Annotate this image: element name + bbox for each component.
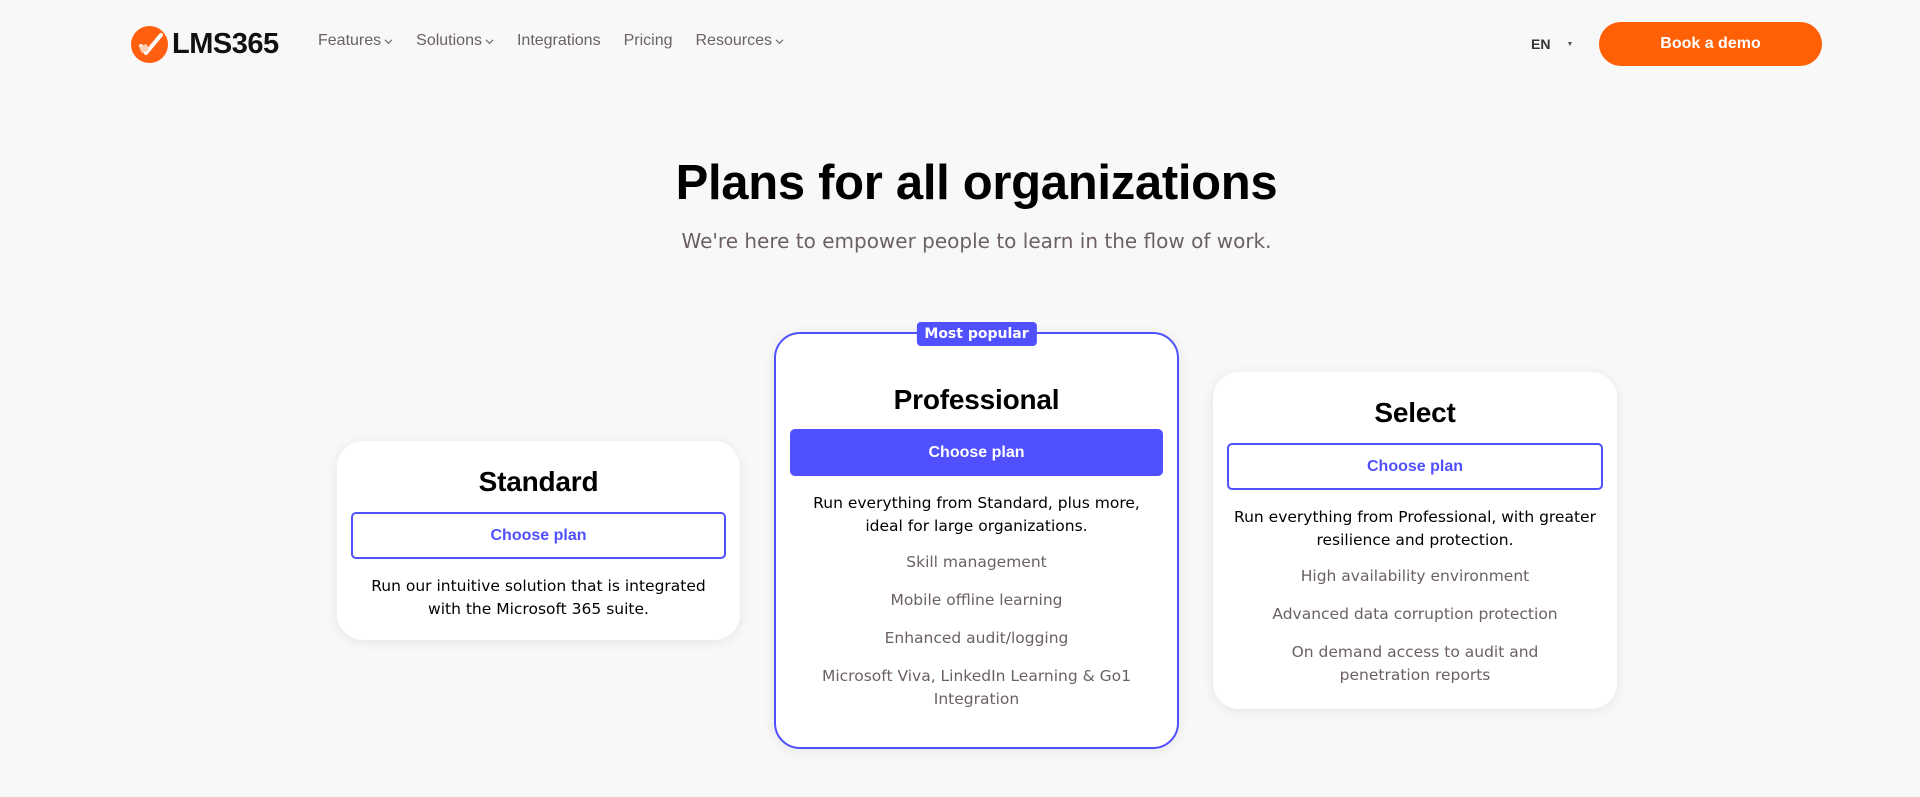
plan-card-standard: Standard Choose plan Run our intuitive s… xyxy=(337,441,740,640)
nav-item-label: Features xyxy=(318,32,382,49)
feature-item: High availability environment xyxy=(1300,567,1530,585)
feature-item: On demand access to audit and penetratio… xyxy=(1291,643,1539,684)
plan-description: Run everything from Professional, with g… xyxy=(1234,508,1596,549)
logo-text: LMS365 xyxy=(172,27,279,60)
feature-list: Skill management Mobile offline learning… xyxy=(790,551,1163,711)
feature-item: Microsoft Viva, LinkedIn Learning & Go1 … xyxy=(821,667,1132,708)
book-demo-button[interactable]: Book a demo xyxy=(1599,22,1822,66)
plan-name: Professional xyxy=(893,384,1060,415)
language-label: EN xyxy=(1531,36,1551,52)
page-subtitle: We're here to empower people to learn in… xyxy=(681,229,1272,253)
feature-item: Advanced data corruption protection xyxy=(1272,605,1558,623)
plan-card-select: Select Choose plan Run everything from P… xyxy=(1213,372,1617,709)
feature-list: High availability environment Advanced d… xyxy=(1227,565,1603,687)
nav-item-resources[interactable]: Resources xyxy=(695,32,784,50)
plan-description: Run everything from Standard, plus more,… xyxy=(813,494,1140,535)
nav-item-label: Solutions xyxy=(416,32,482,49)
main-nav: Features Solutions Integrations Pricing … xyxy=(318,32,807,50)
most-popular-badge: Most popular xyxy=(916,322,1037,346)
nav-item-pricing[interactable]: Pricing xyxy=(624,32,673,50)
feature-item: Enhanced audit/logging xyxy=(884,629,1069,647)
chevron-down-icon xyxy=(485,38,494,44)
nav-item-label: Integrations xyxy=(516,32,601,49)
feature-item: Mobile offline learning xyxy=(890,591,1063,609)
feature-item: Skill management xyxy=(906,553,1047,571)
language-selector[interactable]: EN ▼ xyxy=(1531,36,1573,52)
nav-item-integrations[interactable]: Integrations xyxy=(517,32,601,50)
page-title: Plans for all organizations xyxy=(675,156,1278,210)
chevron-down-icon xyxy=(775,38,784,44)
caret-down-icon: ▼ xyxy=(1566,40,1574,48)
plan-name: Select xyxy=(1374,397,1456,428)
plan-description: Run our intuitive solution that is integ… xyxy=(371,577,706,618)
nav-item-label: Pricing xyxy=(623,32,673,49)
choose-plan-button[interactable]: Choose plan xyxy=(351,512,726,559)
logo-link[interactable]: LMS365 xyxy=(131,25,279,63)
nav-item-label: Resources xyxy=(695,32,772,49)
check-circle-icon xyxy=(131,25,168,63)
plan-card-professional: Most popular Professional Choose plan Ru… xyxy=(774,322,1179,749)
choose-plan-button[interactable]: Choose plan xyxy=(1227,443,1603,490)
site-header: LMS365 Features Solutions Integrations P… xyxy=(0,0,1920,88)
choose-plan-button[interactable]: Choose plan xyxy=(790,429,1163,476)
nav-item-solutions[interactable]: Solutions xyxy=(416,32,494,50)
plan-name: Standard xyxy=(478,466,599,497)
nav-item-features[interactable]: Features xyxy=(318,32,393,50)
chevron-down-icon xyxy=(384,38,393,44)
